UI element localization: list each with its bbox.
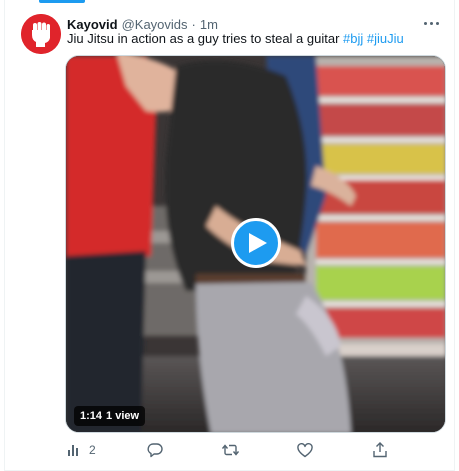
play-triangle-icon (249, 233, 267, 253)
retweet-button[interactable] (222, 440, 239, 460)
reply-button[interactable] (147, 440, 163, 460)
reply-icon (147, 443, 163, 458)
raised-fist-icon (21, 14, 61, 54)
hashtag-jiujiu[interactable]: #jiuJiu (367, 31, 404, 46)
top-accent-bar (39, 0, 85, 3)
user-handle[interactable]: @Kayovids (122, 17, 188, 32)
timestamp[interactable]: 1m (200, 17, 218, 32)
video-views: 1 view (106, 410, 140, 422)
views-count: 2 (89, 443, 96, 457)
video-duration: 1:14 (80, 410, 103, 422)
avatar[interactable] (21, 14, 61, 54)
heart-icon (297, 442, 313, 457)
analytics-icon (68, 445, 78, 456)
tweet-text: Jiu Jitsu in action as a guy tries to st… (67, 31, 404, 46)
share-icon (373, 442, 387, 458)
separator-dot: · (191, 16, 196, 32)
retweet-icon (222, 444, 239, 456)
hashtag-bjj[interactable]: #bjj (343, 31, 363, 46)
tweet[interactable]: Kayovid @Kayovids · 1m Jiu Jitsu in acti… (4, 0, 455, 471)
more-dot (429, 21, 433, 25)
views-button[interactable]: 2 (67, 440, 96, 460)
more-dot (435, 21, 439, 25)
play-icon[interactable] (231, 218, 281, 268)
more-dot (423, 21, 427, 25)
display-name[interactable]: Kayovid (67, 17, 118, 32)
share-button[interactable] (373, 440, 387, 460)
video-player[interactable]: 1:14 1 view (65, 55, 446, 433)
video-info-badge: 1:14 1 view (74, 406, 146, 426)
tweet-actions: 2 (67, 440, 397, 460)
more-options-icon[interactable] (420, 14, 442, 32)
tweet-text-body: Jiu Jitsu in action as a guy tries to st… (67, 31, 344, 46)
like-button[interactable] (297, 440, 313, 460)
